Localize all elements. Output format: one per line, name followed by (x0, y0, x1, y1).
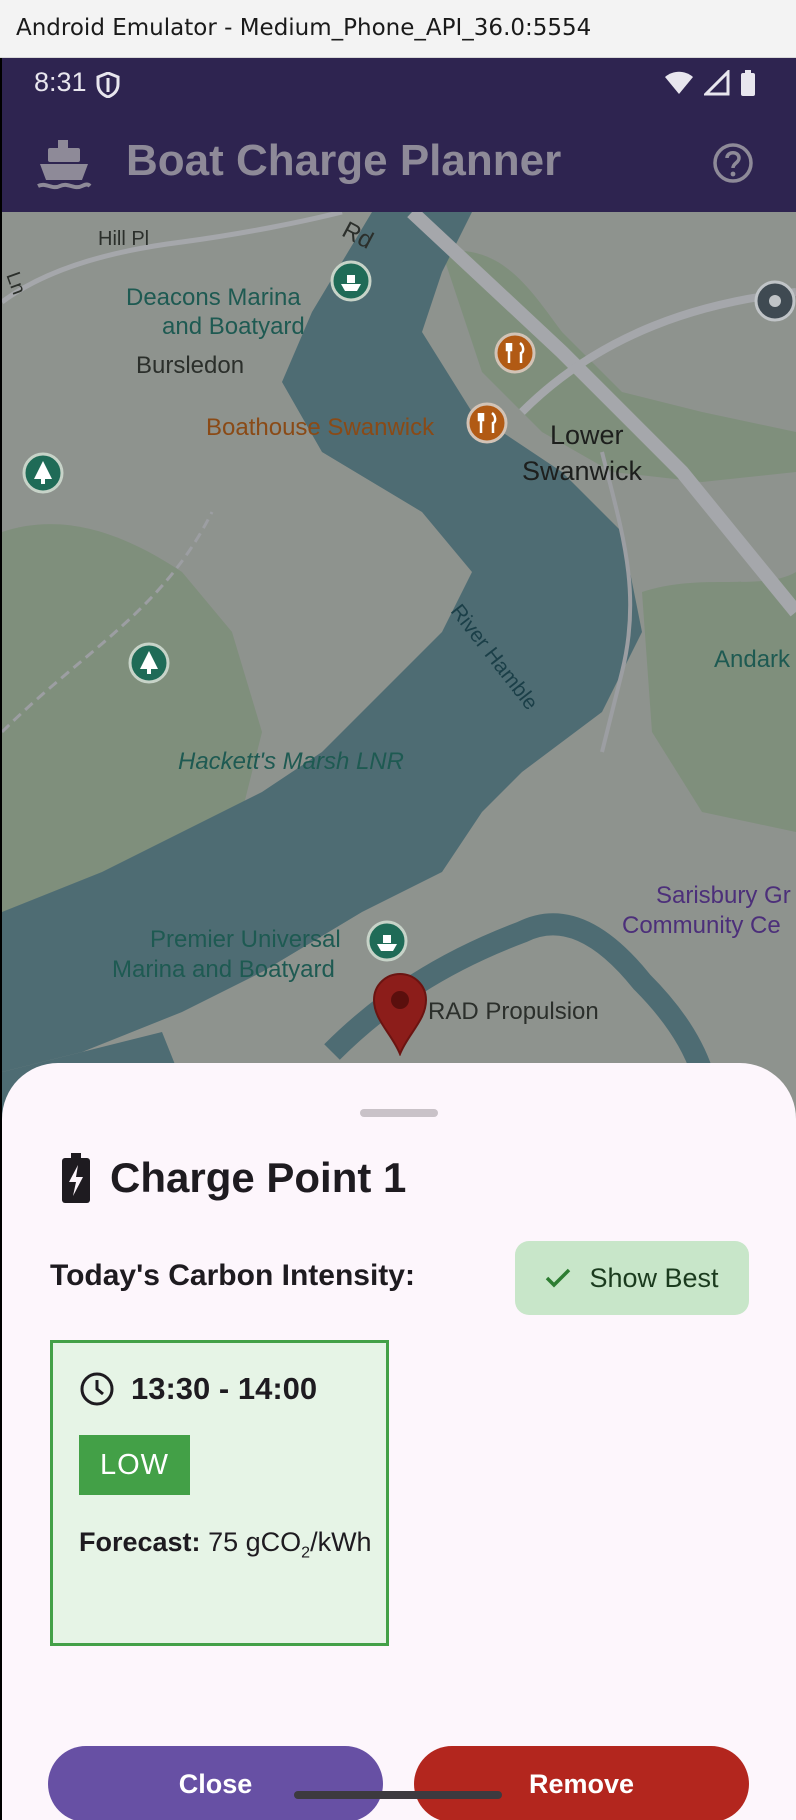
emulator-title-bar: Android Emulator - Medium_Phone_API_36.0… (0, 0, 796, 58)
wifi-icon (665, 71, 693, 94)
forecast-text: Forecast: 75 gCO2/kWh (79, 1527, 372, 1562)
sheet-drag-handle[interactable] (360, 1109, 438, 1117)
ship-icon (37, 140, 92, 190)
map-label-bursledon: Bursledon (136, 352, 245, 379)
map-label-rad: RAD Propulsion (428, 998, 599, 1025)
sheet-header: Charge Point 1 (62, 1153, 406, 1203)
map-pin-icon[interactable] (370, 972, 430, 1056)
device-screen: 8:31 Boat Charge Planner Hill Pl Rd Ln D… (2, 58, 796, 1820)
map-label-deacons-1: Deacons Marina (126, 284, 301, 311)
status-bar: 8:31 (2, 58, 796, 112)
slot-time-row: 13:30 - 14:00 (79, 1371, 317, 1407)
forecast-value: 75 (208, 1527, 239, 1557)
charge-point-bottom-sheet: Charge Point 1 Today's Carbon Intensity:… (2, 1063, 796, 1820)
map-label-hackett: Hackett's Marsh LNR (178, 748, 404, 775)
restaurant-poi-icon[interactable] (466, 402, 508, 450)
location-poi-icon[interactable] (754, 280, 796, 328)
time-slot-card[interactable]: 13:30 - 14:00 LOW Forecast: 75 gCO2/kWh (50, 1340, 389, 1646)
restaurant-poi-icon[interactable] (494, 332, 536, 380)
map-label-swanwick: Swanwick (522, 456, 643, 486)
emulator-title: Android Emulator - Medium_Phone_API_36.0… (16, 15, 592, 41)
show-best-button[interactable]: Show Best (515, 1241, 749, 1315)
map-label-hill-pl: Hill Pl (98, 228, 150, 250)
help-circle-icon[interactable] (712, 142, 754, 184)
map-label-andark: Andark (714, 646, 791, 673)
remove-button[interactable]: Remove (414, 1746, 749, 1820)
park-poi-icon[interactable] (22, 452, 64, 500)
shield-icon (96, 72, 120, 98)
map-label-premier-1: Premier Universal (150, 926, 341, 953)
marina-poi-icon[interactable] (330, 260, 372, 308)
status-time: 8:31 (34, 67, 87, 97)
close-button[interactable]: Close (48, 1746, 383, 1820)
park-poi-icon[interactable] (128, 642, 170, 690)
show-best-label: Show Best (589, 1262, 719, 1293)
forecast-label: Forecast: (79, 1527, 201, 1557)
map-label-sarisbury-2: Community Ce (622, 912, 781, 939)
marina-poi-icon[interactable] (366, 920, 408, 968)
app-title: Boat Charge Planner (126, 136, 562, 185)
app-bar: Boat Charge Planner (2, 112, 796, 212)
forecast-unit: gCO2/kWh (245, 1527, 372, 1562)
map-label-lower: Lower (550, 420, 624, 450)
map-label-boathouse: Boathouse Swanwick (206, 414, 435, 441)
gesture-nav-handle[interactable] (294, 1791, 502, 1799)
clock-icon (80, 1372, 114, 1406)
intensity-level-badge: LOW (79, 1435, 190, 1495)
signal-icon (704, 70, 730, 96)
check-icon (546, 1268, 571, 1288)
map-view[interactable]: Hill Pl Rd Ln Deacons Marina and Boatyar… (2, 212, 796, 1212)
map-label-sarisbury-1: Sarisbury Gr (656, 882, 791, 909)
status-icons (664, 70, 756, 96)
battery-charging-icon (62, 1153, 90, 1203)
map-canvas (2, 212, 796, 1212)
map-label-premier-2: Marina and Boatyard (112, 956, 335, 983)
slot-time: 13:30 - 14:00 (131, 1371, 318, 1406)
map-label-deacons-2: and Boatyard (162, 313, 305, 340)
carbon-intensity-label: Today's Carbon Intensity: (50, 1259, 415, 1292)
sheet-title: Charge Point 1 (110, 1154, 407, 1201)
battery-icon (741, 70, 755, 96)
